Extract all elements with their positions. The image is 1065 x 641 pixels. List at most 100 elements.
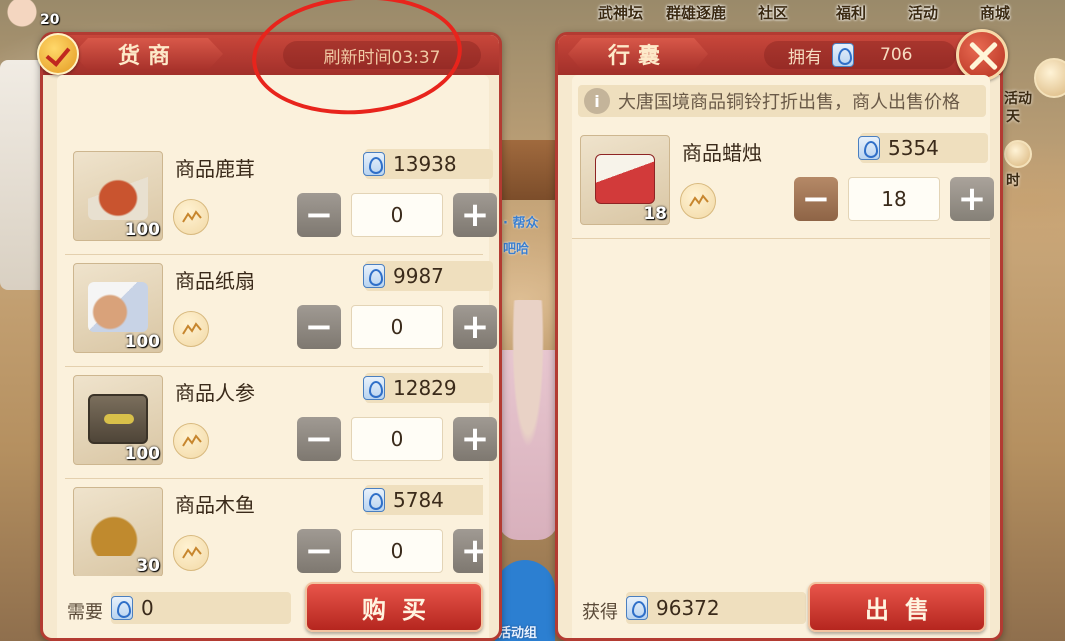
merchant-item-row[interactable]: 100 商品鹿茸 13938 − 0 + xyxy=(65,143,497,255)
activity-group-text: 活动组 xyxy=(498,626,538,641)
npc-character xyxy=(498,300,558,540)
merchant-list[interactable]: 100 商品鹿茸 13938 − 0 + 100 商品纸扇 9987 − 0 +… xyxy=(57,75,497,638)
candle-icon xyxy=(595,154,655,204)
merchant-title: 货商 xyxy=(73,38,223,70)
coin-icon xyxy=(626,596,648,620)
merchant-panel: 货商 刷新时间03:37 100 商品鹿茸 13938 − 0 + 100 商品… xyxy=(37,32,502,641)
clock-side-icon[interactable] xyxy=(1004,140,1032,168)
player-name-text: 吧哈 xyxy=(503,242,530,257)
coin-icon xyxy=(363,152,385,176)
quantity-input[interactable]: 0 xyxy=(351,529,443,573)
item-thumbnail[interactable]: 100 xyxy=(73,151,163,241)
coin-icon xyxy=(858,136,880,160)
quantity-input[interactable]: 0 xyxy=(351,193,443,237)
need-value-box: 0 xyxy=(111,592,291,624)
coin-icon xyxy=(363,488,385,512)
item-thumbnail[interactable]: 30 xyxy=(73,487,163,577)
bag-item-row[interactable]: 18 商品蜡烛 5354 − 18 + xyxy=(572,127,994,239)
item-price: 9987 xyxy=(363,261,493,291)
gain-value: 96372 xyxy=(656,596,720,620)
nav-qunxiongzhulu[interactable]: 群雄逐鹿 xyxy=(666,0,758,26)
info-icon: i xyxy=(584,88,610,114)
quantity-input[interactable]: 18 xyxy=(848,177,940,221)
merchant-item-row[interactable]: 100 商品人参 12829 − 0 + xyxy=(65,367,497,479)
item-name: 商品木鱼 xyxy=(175,493,255,517)
sky-side-label: 天 xyxy=(1006,109,1020,125)
increase-button[interactable]: + xyxy=(453,193,497,237)
item-price: 13938 xyxy=(363,149,493,179)
own-box: 拥有 706 xyxy=(764,41,956,69)
refresh-timer: 刷新时间03:37 xyxy=(283,41,481,69)
increase-button[interactable]: + xyxy=(453,529,483,573)
bag-footer: 获得 96372 出售 xyxy=(572,576,990,638)
nav-welfare[interactable]: 福利 xyxy=(836,0,908,26)
own-label: 拥有 xyxy=(788,47,822,68)
item-name: 商品人参 xyxy=(175,381,255,405)
decrease-button[interactable]: − xyxy=(297,529,341,573)
item-price-value: 12829 xyxy=(393,376,457,400)
merchant-item-row[interactable]: 100 商品纸扇 9987 − 0 + xyxy=(65,255,497,367)
item-price-value: 5354 xyxy=(888,136,939,160)
coin-icon xyxy=(363,264,385,288)
increase-button[interactable]: + xyxy=(950,177,994,221)
buy-button[interactable]: 购买 xyxy=(305,582,483,632)
item-thumbnail[interactable]: 18 xyxy=(580,135,670,225)
price-trend-icon[interactable] xyxy=(173,311,209,347)
item-name: 商品鹿茸 xyxy=(175,157,255,181)
item-name: 商品蜡烛 xyxy=(682,141,762,165)
need-label: 需要 xyxy=(67,602,103,623)
item-thumbnail[interactable]: 100 xyxy=(73,375,163,465)
decrease-button[interactable]: − xyxy=(297,417,341,461)
notice-text: 大唐国境商品铜铃打折出售，商人出售价格 xyxy=(618,92,960,113)
item-stock: 100 xyxy=(124,220,161,240)
decrease-button[interactable]: − xyxy=(297,305,341,349)
wooden-fish-icon xyxy=(88,506,148,556)
coin-icon xyxy=(363,376,385,400)
price-trend-icon[interactable] xyxy=(173,199,209,235)
bag-list[interactable]: i 大唐国境商品铜铃打折出售，商人出售价格 18 商品蜡烛 5354 − 18 … xyxy=(572,75,994,638)
gain-value-box: 96372 xyxy=(626,592,806,624)
merchant-item-row[interactable]: 30 商品木鱼 5784 − 0 + xyxy=(65,479,483,579)
item-stock: 100 xyxy=(124,332,161,352)
quantity-input[interactable]: 0 xyxy=(351,305,443,349)
nav-activity[interactable]: 活动 xyxy=(908,0,980,26)
own-value: 706 xyxy=(880,45,913,65)
item-price: 5354 xyxy=(858,133,988,163)
price-trend-icon[interactable] xyxy=(173,535,209,571)
nav-wushentan[interactable]: 武神坛 xyxy=(598,0,666,26)
coin-icon xyxy=(832,43,854,67)
player-level: 20 xyxy=(40,12,60,28)
item-price: 12829 xyxy=(363,373,493,403)
nav-mall[interactable]: 商城 xyxy=(980,0,1040,26)
quantity-input[interactable]: 0 xyxy=(351,417,443,461)
antler-icon xyxy=(88,170,148,220)
sell-button[interactable]: 出售 xyxy=(808,582,986,632)
guild-text: · 帮众 xyxy=(503,216,539,231)
gain-label: 获得 xyxy=(582,602,618,623)
merchant-header: 货商 刷新时间03:37 xyxy=(43,35,499,75)
need-value: 0 xyxy=(141,596,154,620)
price-trend-icon[interactable] xyxy=(680,183,716,219)
item-stock: 100 xyxy=(124,444,161,464)
check-icon xyxy=(37,33,79,75)
top-nav: 武神坛 群雄逐鹿 社区 福利 活动 商城 xyxy=(598,0,1040,26)
merchant-footer: 需要 0 购买 xyxy=(57,576,489,638)
close-icon[interactable] xyxy=(956,29,1008,81)
item-price: 5784 xyxy=(363,485,483,515)
bag-header: 行囊 拥有 706 xyxy=(558,35,1000,75)
item-stock: 30 xyxy=(136,556,160,576)
notice-bar: i 大唐国境商品铜铃打折出售，商人出售价格 xyxy=(578,85,986,117)
item-price-value: 5784 xyxy=(393,488,444,512)
ginseng-icon xyxy=(88,394,148,444)
increase-button[interactable]: + xyxy=(453,305,497,349)
nav-community[interactable]: 社区 xyxy=(758,0,836,26)
item-thumbnail[interactable]: 100 xyxy=(73,263,163,353)
coin-icon xyxy=(111,596,133,620)
time-side-label: 时 xyxy=(1006,173,1020,189)
decrease-button[interactable]: − xyxy=(297,193,341,237)
fan-icon xyxy=(88,282,148,332)
item-stock: 18 xyxy=(643,204,667,224)
increase-button[interactable]: + xyxy=(453,417,497,461)
decrease-button[interactable]: − xyxy=(794,177,838,221)
price-trend-icon[interactable] xyxy=(173,423,209,459)
